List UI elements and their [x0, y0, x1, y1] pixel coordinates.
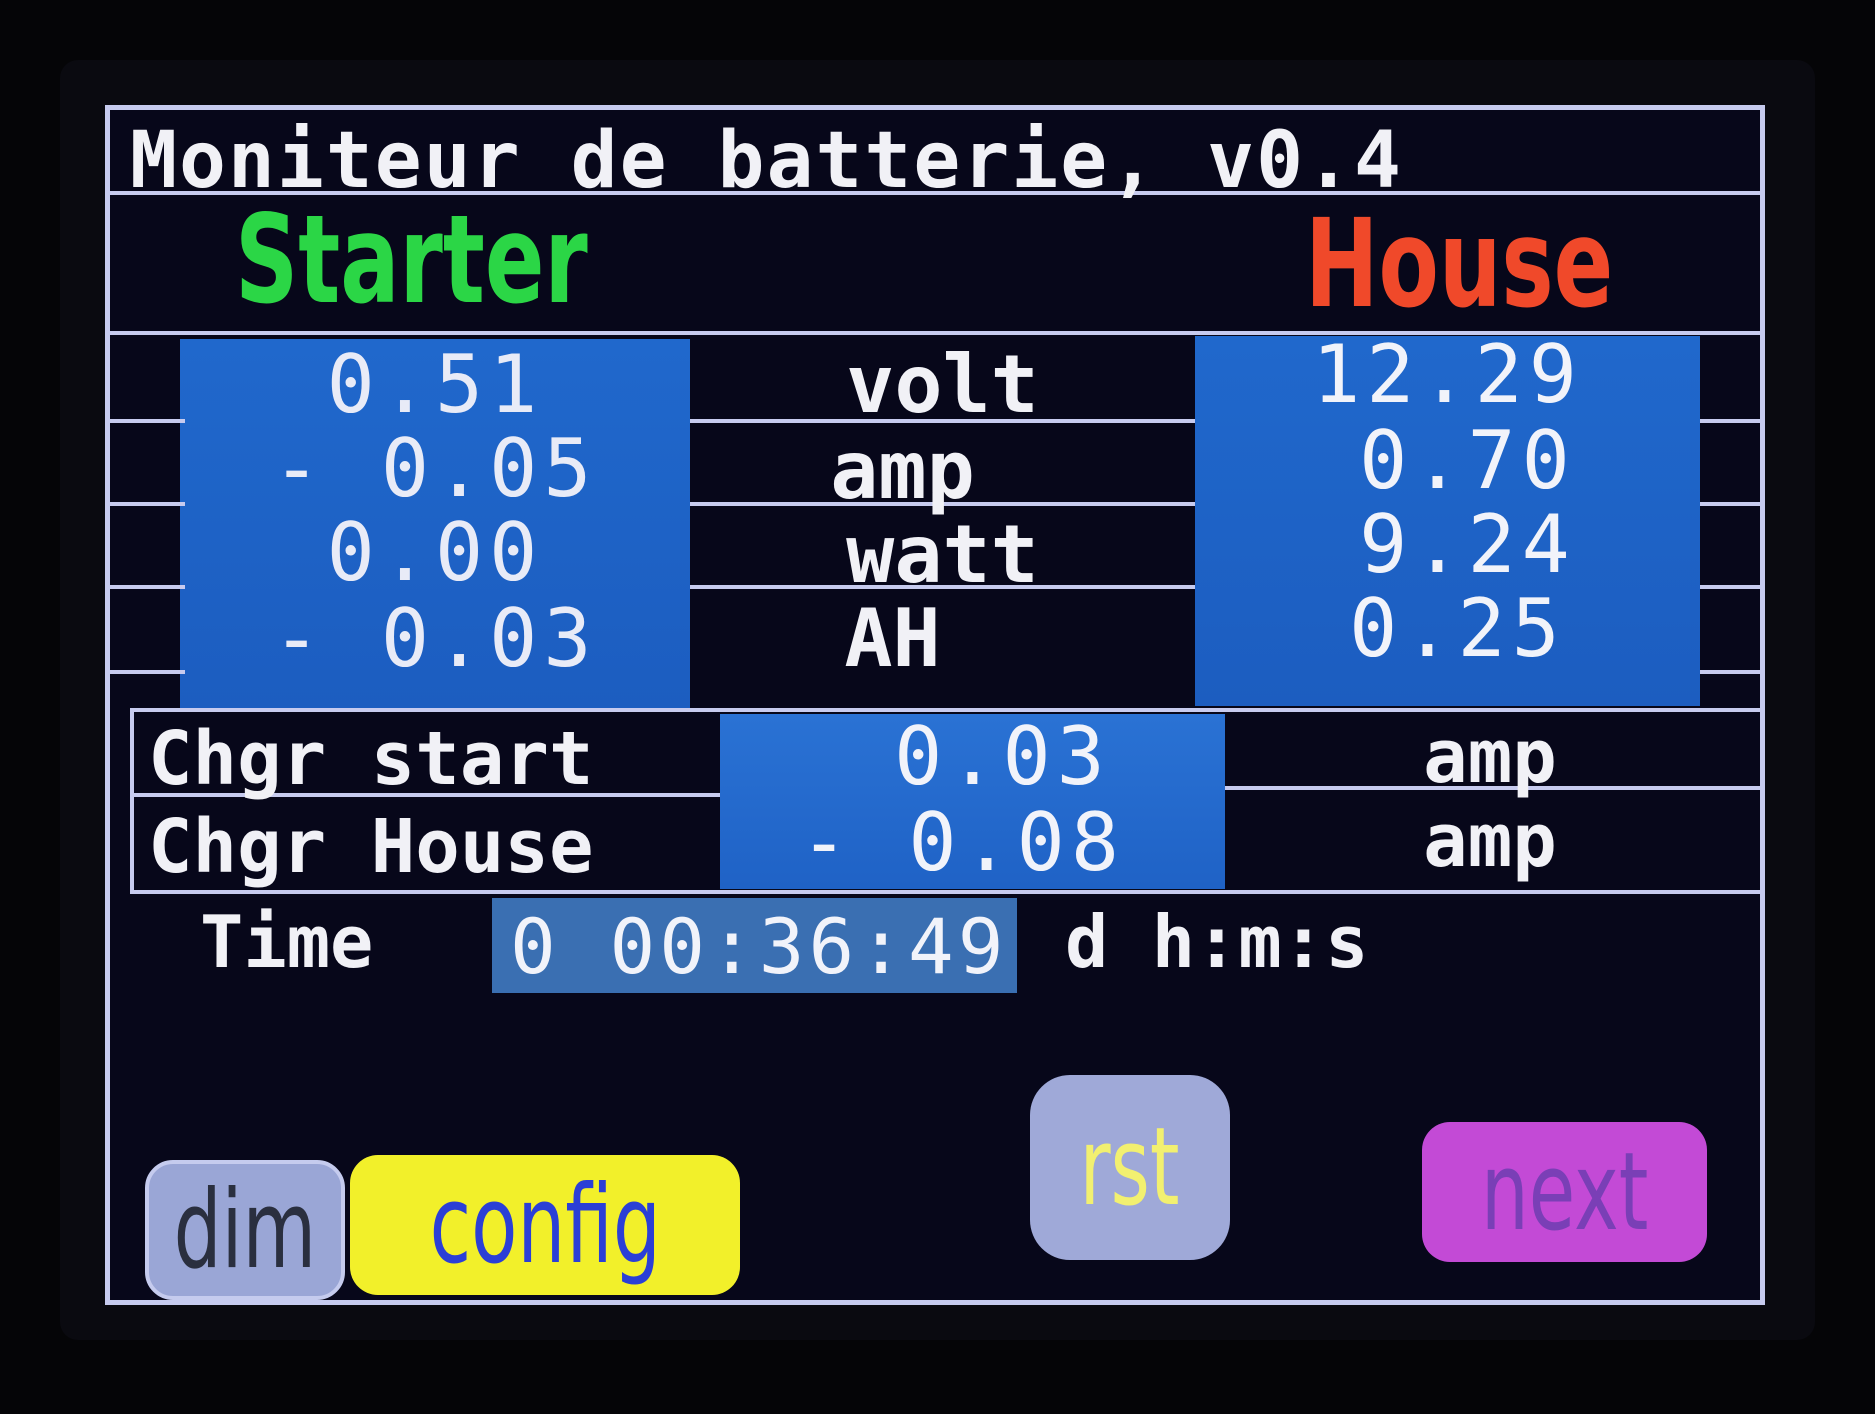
- row-divider: [110, 502, 185, 506]
- house-amp-value: 0.70: [1359, 414, 1576, 507]
- house-ah-value: 0.25: [1349, 582, 1566, 675]
- charger-start-value: 0.03: [894, 710, 1111, 803]
- starter-volt-value: 0.51: [326, 338, 544, 431]
- starter-ah-value: - 0.03: [272, 592, 598, 685]
- charger-house-value: - 0.08: [800, 796, 1125, 889]
- unit-watt-label: watt: [846, 508, 1039, 601]
- charger-start-unit: amp: [1423, 714, 1557, 800]
- reset-button[interactable]: rst: [1030, 1075, 1230, 1260]
- unit-volt-label: volt: [846, 338, 1039, 431]
- house-watt-value: 9.24: [1359, 498, 1576, 591]
- dim-button[interactable]: dim: [145, 1160, 345, 1300]
- dim-button-label: dim: [173, 1167, 317, 1293]
- house-column-label: House: [1305, 193, 1614, 335]
- column-header-row: Starter House: [110, 189, 1760, 335]
- time-unit: d h:m:s: [1065, 900, 1369, 984]
- next-button-label: next: [1480, 1129, 1649, 1255]
- house-volt-value: 12.29: [1312, 328, 1583, 421]
- row-divider: [110, 585, 185, 589]
- charger-house-unit: amp: [1423, 798, 1557, 884]
- charger-start-label: Chgr start: [148, 716, 594, 802]
- starter-column-label: Starter: [235, 189, 588, 331]
- next-button[interactable]: next: [1422, 1122, 1707, 1262]
- lcd-screen: Moniteur de batterie, v0.4 Starter House…: [105, 105, 1765, 1305]
- config-button-label: config: [429, 1162, 661, 1288]
- charger-house-label: Chgr House: [148, 804, 594, 890]
- time-value: 0 00:36:49: [510, 902, 1008, 991]
- config-button[interactable]: config: [350, 1155, 740, 1295]
- charger-left-border: [130, 708, 134, 894]
- title-bar: Moniteur de batterie, v0.4: [110, 110, 1760, 206]
- section-divider: [130, 890, 1760, 894]
- unit-ah-label: AH: [844, 592, 941, 685]
- time-label: Time: [200, 900, 374, 984]
- reset-button-label: rst: [1079, 1105, 1181, 1230]
- unit-amp-label: amp: [830, 424, 975, 517]
- row-divider: [110, 670, 185, 674]
- row-divider: [110, 419, 185, 423]
- starter-watt-value: 0.00: [326, 506, 544, 599]
- starter-amp-value: - 0.05: [272, 422, 598, 515]
